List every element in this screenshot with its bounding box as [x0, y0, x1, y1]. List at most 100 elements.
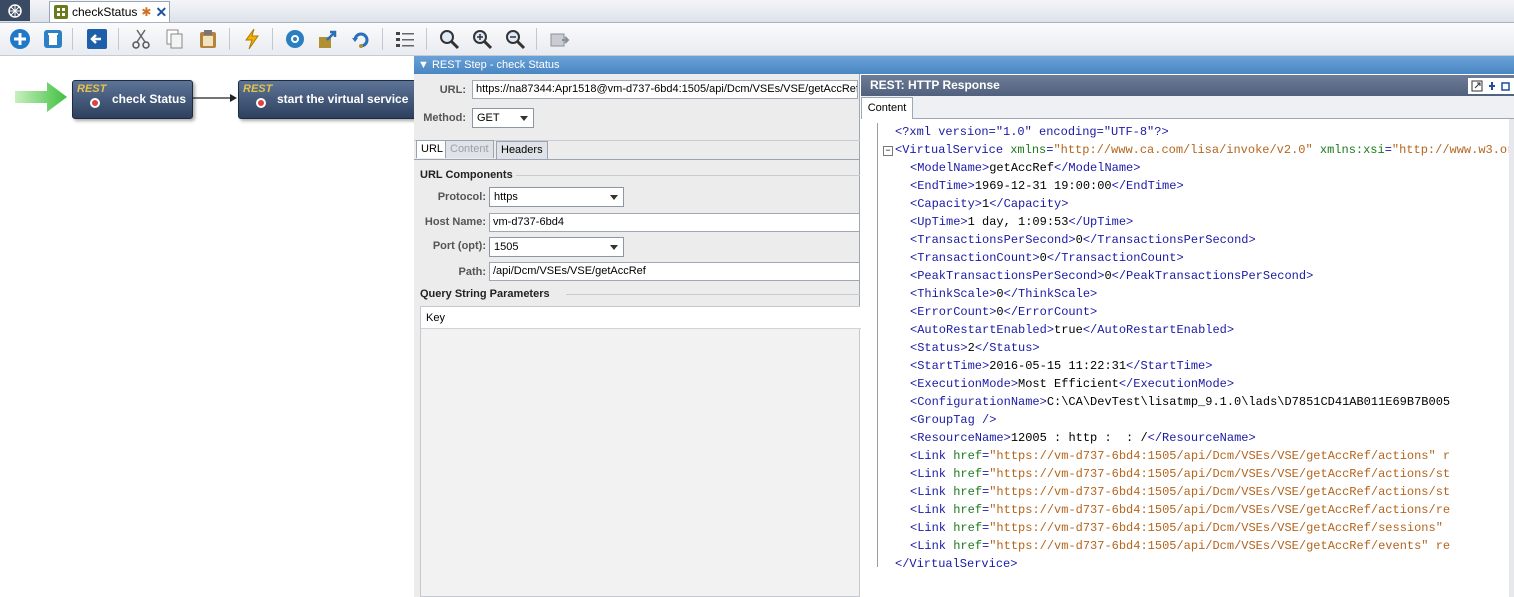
xml-token: </ResourceName> — [1147, 431, 1256, 445]
xml-response-viewer[interactable]: <?xml version="1.0" encoding="UTF-8"?> <V… — [862, 119, 1509, 597]
back-icon[interactable] — [85, 27, 109, 51]
xml-token: true — [1054, 323, 1083, 337]
response-panel-controls — [1468, 78, 1514, 94]
xml-line: <ThinkScale>0</ThinkScale> — [910, 285, 1097, 303]
app-menu-tab[interactable] — [0, 0, 30, 21]
tab-content-response[interactable]: Content — [861, 97, 913, 119]
lightning-icon[interactable] — [240, 27, 264, 51]
tab-underline — [414, 159, 860, 160]
add-icon[interactable] — [8, 27, 32, 51]
connector-arrow — [192, 94, 237, 102]
xml-token: <ErrorCount> — [910, 305, 997, 319]
main-toolbar — [0, 23, 1514, 56]
package-icon[interactable] — [547, 27, 571, 51]
protocol-value: https — [494, 191, 518, 203]
key-column-header[interactable]: Key — [426, 312, 445, 324]
step-node-check-status[interactable]: REST check Status — [72, 80, 193, 119]
start-arrow-icon — [15, 82, 67, 112]
export-icon[interactable] — [316, 27, 340, 51]
toolbar-separator — [426, 28, 427, 50]
settings-icon[interactable] — [283, 27, 307, 51]
xml-token: </TransactionCount> — [1046, 251, 1184, 265]
tab-headers[interactable]: Headers — [496, 141, 548, 159]
collapse-triangle-icon[interactable]: ▼ — [418, 59, 429, 71]
xml-token: "https://vm-d737-6bd4:1505/api/Dcm/VSEs/… — [989, 539, 1451, 553]
step-node-start-virtual-service[interactable]: REST start the virtual service — [238, 80, 440, 119]
xml-token: </Status> — [974, 341, 1040, 355]
url-field[interactable]: https://na87344:Apr1518@vm-d737-6bd4:150… — [472, 80, 858, 99]
xml-token: </ExecutionMode> — [1118, 377, 1235, 391]
xml-line: <ConfigurationName>C:\CA\DevTest\lisatmp… — [910, 393, 1450, 411]
response-tab-bar — [861, 96, 1514, 119]
path-label: Path: — [458, 266, 487, 278]
restore-icon[interactable] — [1501, 80, 1511, 92]
zoom-out-icon[interactable] — [503, 27, 527, 51]
search-icon[interactable] — [437, 27, 461, 51]
collapse-node-icon[interactable]: − — [883, 146, 893, 156]
xml-line: <ErrorCount>0</ErrorCount> — [910, 303, 1097, 321]
xml-token: <ModelName> — [910, 161, 990, 175]
host-name-field[interactable]: vm-d737-6bd4 — [489, 213, 860, 232]
method-select[interactable]: GET — [472, 108, 534, 128]
xml-token: <ExecutionMode> — [910, 377, 1019, 391]
toolbar-separator — [72, 28, 73, 50]
vertical-scrollbar[interactable] — [1509, 119, 1514, 597]
xml-token: </Capacity> — [989, 197, 1069, 211]
tab-checkstatus[interactable]: checkStatus ✱ ✕ — [49, 1, 170, 22]
tab-content[interactable]: Content — [445, 140, 494, 158]
xml-token: "https://vm-d737-6bd4:1505/api/Dcm/VSEs/… — [989, 485, 1451, 499]
xml-token: 0 — [1104, 269, 1112, 283]
pin-icon[interactable] — [1487, 80, 1497, 92]
xml-token: href — [953, 467, 983, 481]
method-label: Method: — [423, 112, 466, 124]
query-params-table[interactable]: Key — [420, 306, 861, 597]
xml-token: 12005 : http : : / — [1010, 431, 1148, 445]
xml-line: <ExecutionMode>Most Efficient</Execution… — [910, 375, 1234, 393]
xml-token: C:\CA\DevTest\lisatmp_9.1.0\lads\D7851CD… — [1046, 395, 1451, 409]
rest-step-icon — [256, 98, 266, 108]
cut-icon[interactable] — [129, 27, 153, 51]
app-logo-icon — [8, 3, 22, 18]
paste-icon[interactable] — [196, 27, 220, 51]
delete-icon[interactable] — [41, 27, 65, 51]
zoom-in-icon[interactable] — [470, 27, 494, 51]
maximize-icon[interactable] — [1471, 80, 1483, 92]
copy-icon[interactable] — [163, 27, 187, 51]
xml-line: <Capacity>1</Capacity> — [910, 195, 1068, 213]
path-field[interactable]: /api/Dcm/VSEs/VSE/getAccRef — [489, 262, 860, 281]
xml-line: <TransactionCount>0</TransactionCount> — [910, 249, 1184, 267]
xml-token: "https://vm-d737-6bd4:1505/api/Dcm/VSEs/… — [989, 449, 1451, 463]
xml-token: href — [953, 449, 983, 463]
divider — [516, 175, 860, 176]
xml-line: <UpTime>1 day, 1:09:53</UpTime> — [910, 213, 1133, 231]
xml-token: <VirtualService — [895, 143, 1011, 157]
xml-token: 0 — [1039, 251, 1047, 265]
xml-token: <Link — [910, 503, 954, 517]
xml-token: 1969-12-31 19:00:00 — [974, 179, 1112, 193]
close-tab-icon[interactable]: ✕ — [155, 4, 167, 21]
protocol-label: Protocol: — [437, 191, 486, 203]
list-icon[interactable] — [393, 27, 417, 51]
chevron-down-icon — [610, 195, 618, 200]
xml-line: <StartTime>2016-05-15 11:22:31</StartTim… — [910, 357, 1212, 375]
xml-token: <Link — [910, 539, 954, 553]
xml-token: 2016-05-15 11:22:31 — [989, 359, 1127, 373]
xml-token: </AutoRestartEnabled> — [1082, 323, 1235, 337]
xml-token: xmlns — [1010, 143, 1047, 157]
xml-token: <Link — [910, 449, 954, 463]
tab-url[interactable]: URL — [416, 140, 449, 158]
port-select[interactable]: 1505 — [489, 237, 624, 257]
xml-token: </EndTime> — [1111, 179, 1184, 193]
xml-token: <Link — [910, 521, 954, 535]
xml-token: "https://vm-d737-6bd4:1505/api/Dcm/VSEs/… — [989, 467, 1451, 481]
step-panel-title-bar[interactable]: ▼ REST Step - check Status — [414, 56, 1514, 74]
document-tab-bar — [0, 0, 1514, 23]
xml-token: 2 — [967, 341, 975, 355]
refresh-icon[interactable] — [349, 27, 373, 51]
model-canvas[interactable]: REST check Status REST start the virtual… — [0, 56, 440, 597]
xml-token: <GroupTag /> — [910, 413, 997, 427]
xml-token: </TransactionsPerSecond> — [1082, 233, 1256, 247]
xml-line: <Link href="https://vm-d737-6bd4:1505/ap… — [910, 483, 1450, 501]
protocol-select[interactable]: https — [489, 187, 624, 207]
xml-token: xmlns:xsi — [1319, 143, 1385, 157]
